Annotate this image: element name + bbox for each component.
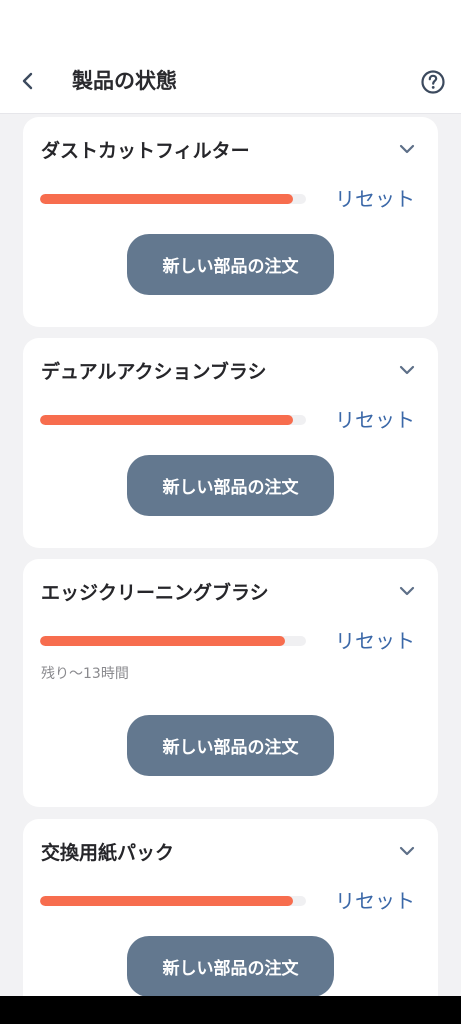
chevron-down-icon <box>399 846 415 856</box>
reset-button[interactable]: リセット <box>335 185 415 213</box>
part-card-dual-action-brush: デュアルアクションブラシ リセット 新しい部品の注文 <box>23 338 438 548</box>
app-header: 製品の状態 <box>0 48 461 114</box>
part-card-edge-cleaning-brush: エッジクリーニングブラシ リセット 残り～13時間 新しい部品の注文 <box>23 559 438 807</box>
life-progress-bar <box>40 194 306 204</box>
life-progress-bar <box>40 896 306 906</box>
part-name: デュアルアクションブラシ <box>41 361 267 383</box>
reset-button[interactable]: リセット <box>335 887 415 915</box>
chevron-down-icon <box>399 586 415 596</box>
order-part-button[interactable]: 新しい部品の注文 <box>127 936 334 997</box>
life-progress-fill <box>40 896 293 906</box>
help-circle-icon <box>421 70 445 94</box>
order-part-button[interactable]: 新しい部品の注文 <box>127 234 334 295</box>
part-name: 交換用紙パック <box>41 842 175 864</box>
expand-button[interactable] <box>395 137 419 161</box>
system-navigation-bar <box>0 996 461 1024</box>
part-card-paper-pack: 交換用紙パック リセット 新しい部品の注文 <box>23 819 438 1019</box>
life-progress-fill <box>40 194 293 204</box>
life-progress-fill <box>40 415 293 425</box>
part-name: エッジクリーニングブラシ <box>41 582 269 604</box>
remaining-time-text: 残り～13時間 <box>41 666 129 682</box>
help-button[interactable] <box>418 67 448 97</box>
part-card-dust-filter: ダストカットフィルター リセット 新しい部品の注文 <box>23 117 438 327</box>
order-part-button[interactable]: 新しい部品の注文 <box>127 455 334 516</box>
page-title: 製品の状態 <box>72 69 177 93</box>
back-button[interactable] <box>10 63 46 99</box>
expand-button[interactable] <box>395 579 419 603</box>
life-progress-bar <box>40 415 306 425</box>
order-part-button[interactable]: 新しい部品の注文 <box>127 715 334 776</box>
screen: 製品の状態 ダストカットフィルター リセット 新しい部品の注文 デュアルアクショ… <box>0 0 461 1024</box>
status-bar <box>0 0 461 48</box>
life-progress-fill <box>40 636 285 646</box>
life-progress-bar <box>40 636 306 646</box>
part-name: ダストカットフィルター <box>41 140 250 162</box>
chevron-left-icon <box>22 72 33 90</box>
expand-button[interactable] <box>395 839 419 863</box>
chevron-down-icon <box>399 365 415 375</box>
reset-button[interactable]: リセット <box>335 406 415 434</box>
expand-button[interactable] <box>395 358 419 382</box>
reset-button[interactable]: リセット <box>335 627 415 655</box>
chevron-down-icon <box>399 144 415 154</box>
